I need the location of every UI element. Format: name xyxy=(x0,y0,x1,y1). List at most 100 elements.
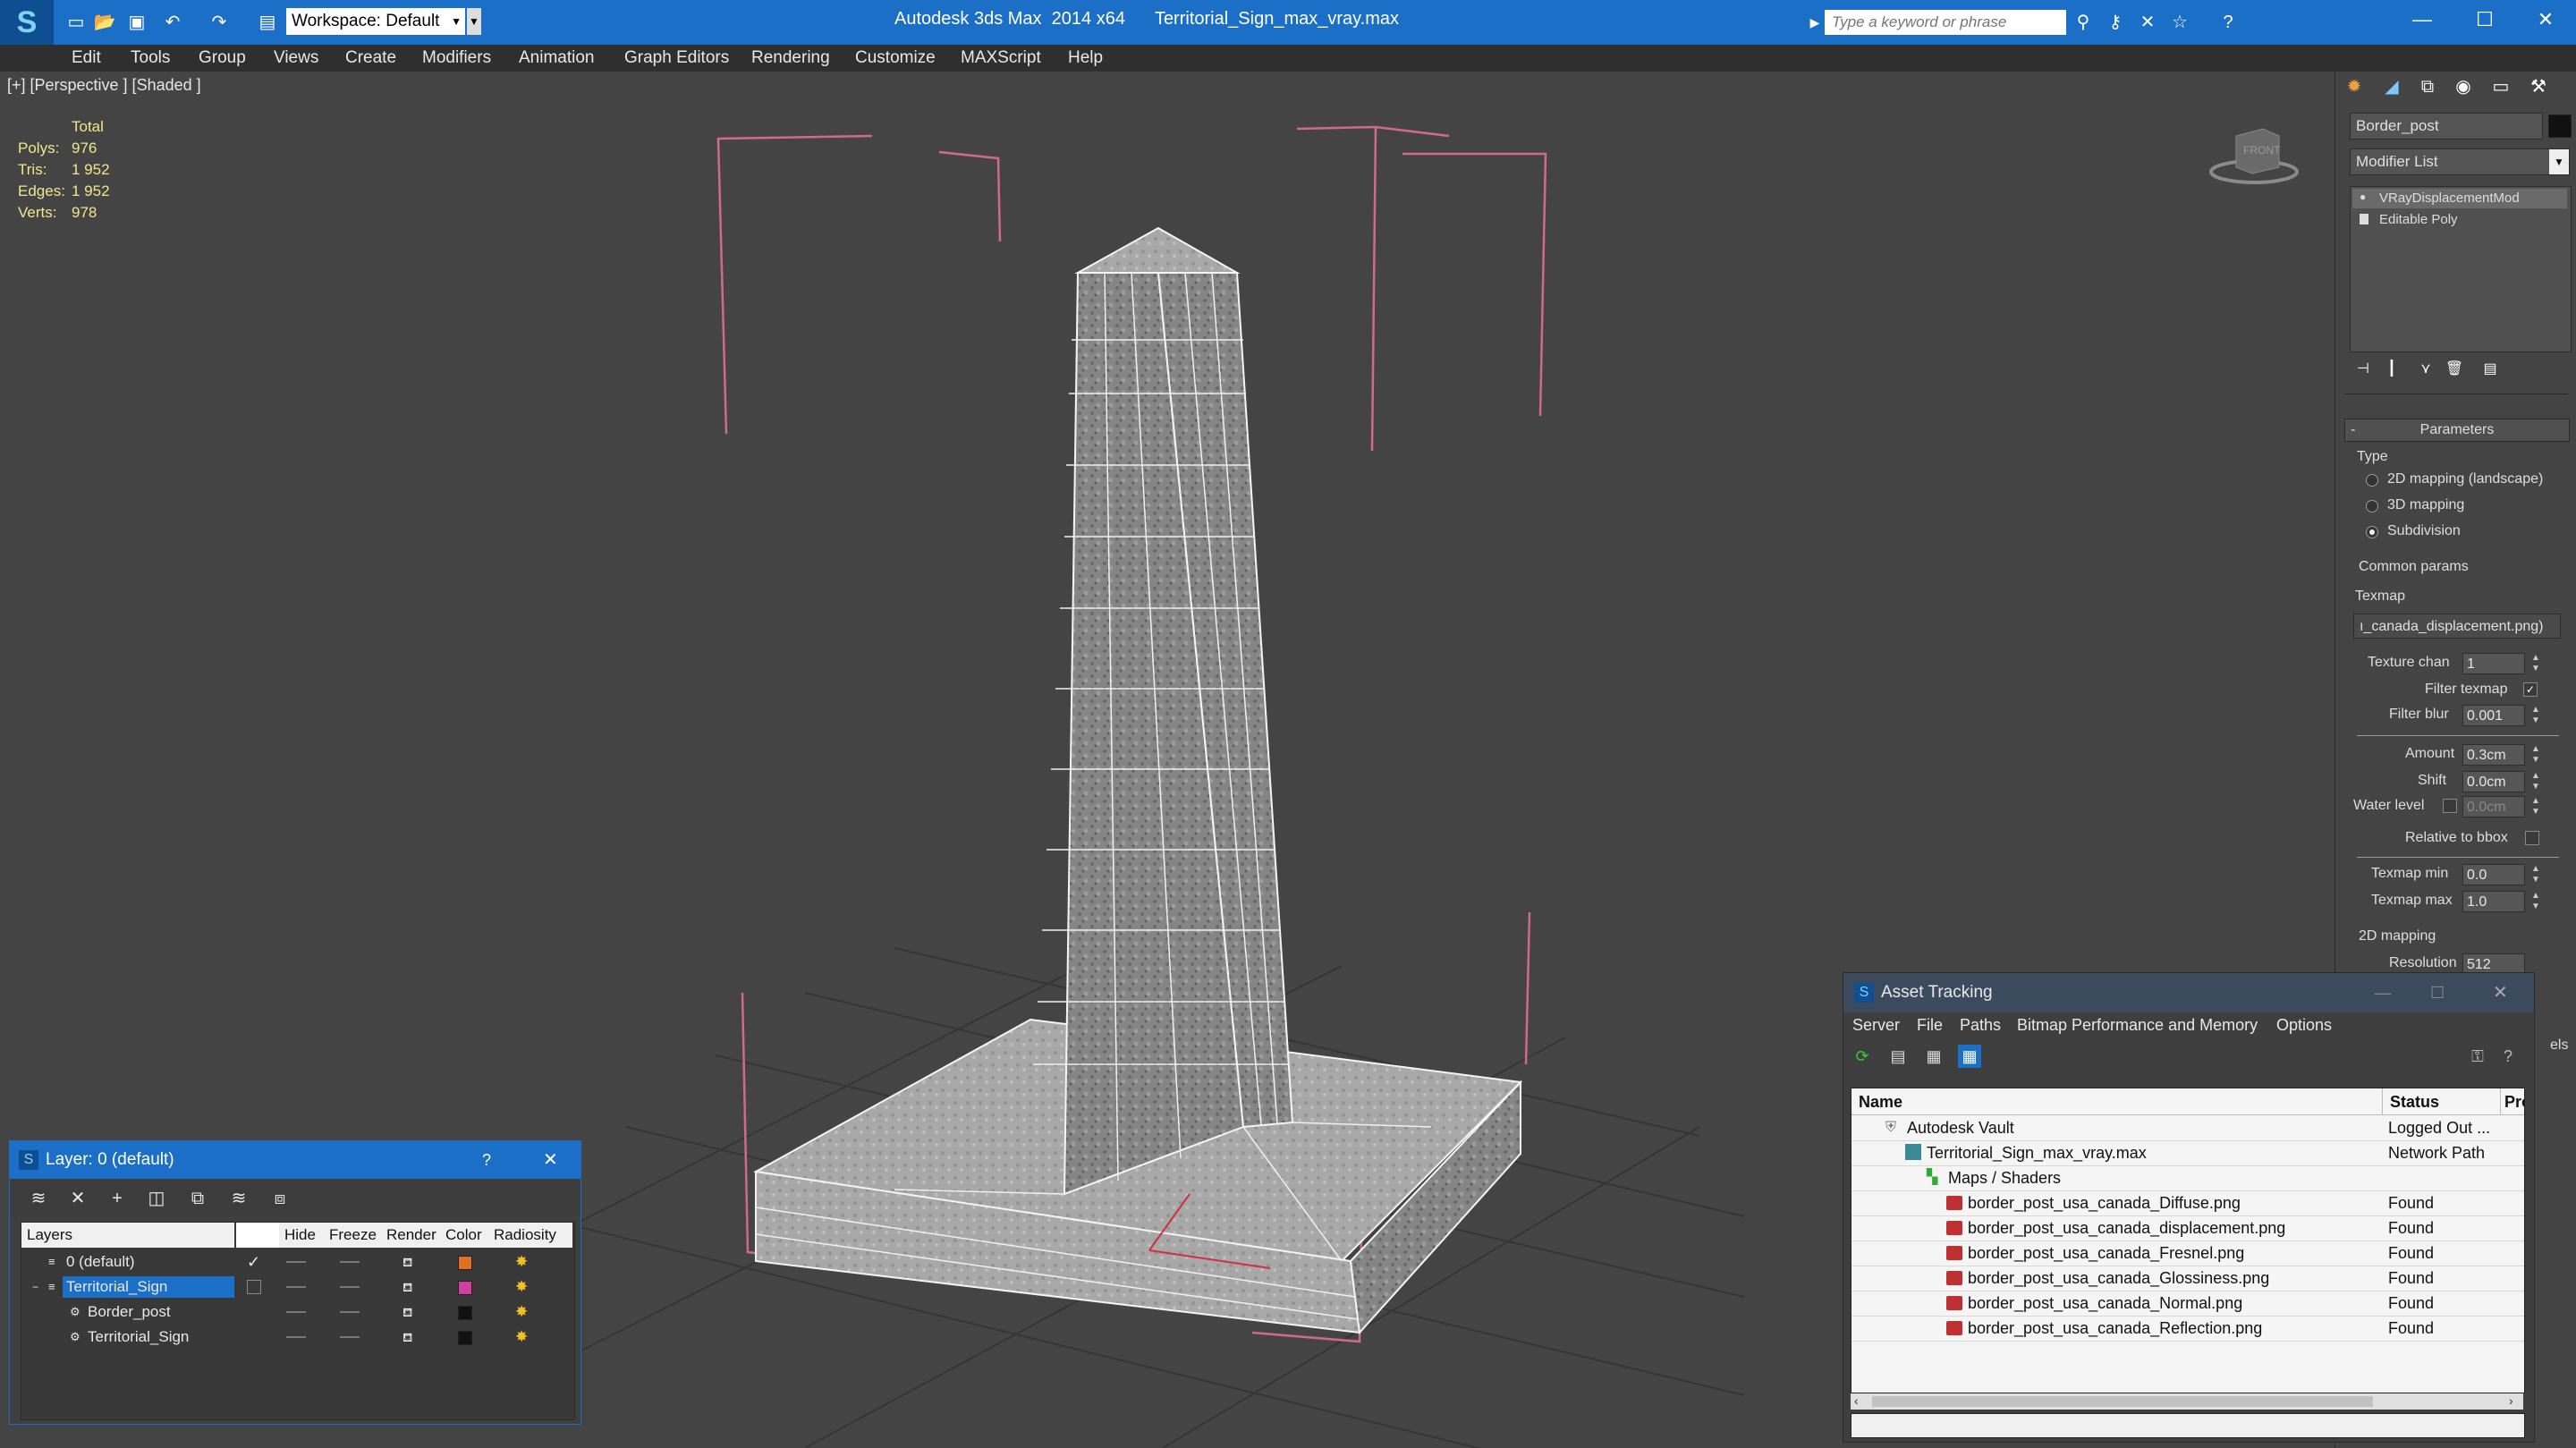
hide-all-icon[interactable]: ≋ xyxy=(226,1186,251,1211)
undo-icon[interactable]: ↶ xyxy=(161,11,184,34)
col-render[interactable]: Render xyxy=(381,1223,440,1248)
workspace-select[interactable]: Workspace: Default ▼ xyxy=(286,8,465,35)
create-tab-icon[interactable]: ✹ xyxy=(2343,75,2366,98)
spinner-arrows-icon[interactable]: ▲ ▼ xyxy=(2530,864,2541,885)
menu-edit[interactable]: Edit xyxy=(72,48,101,68)
teapot-render-icon[interactable]: ⛾ xyxy=(402,1249,412,1274)
spinner-arrows-icon[interactable]: ▲ ▼ xyxy=(2530,744,2541,766)
table-view-icon[interactable]: ▦ xyxy=(1958,1045,1981,1068)
display-tab-icon[interactable]: ▭ xyxy=(2489,75,2512,98)
maximize-icon[interactable]: ☐ xyxy=(2454,0,2515,39)
horizontal-scrollbar[interactable]: ‹ › xyxy=(1851,1393,2523,1410)
radio-3d-mapping[interactable] xyxy=(2366,500,2378,512)
select-objects-icon[interactable]: ◫ xyxy=(144,1186,169,1211)
object-name-field[interactable]: Border_post xyxy=(2350,113,2543,140)
menu-tools[interactable]: Tools xyxy=(131,48,170,68)
remove-modifier-icon[interactable]: 🗑 xyxy=(2443,358,2466,381)
minimize-icon[interactable]: — xyxy=(2375,973,2391,1012)
radiosity-light-icon[interactable]: ✸ xyxy=(515,1300,528,1325)
radio-subdivision[interactable] xyxy=(2366,526,2378,538)
refresh-icon[interactable]: ⟳ xyxy=(1851,1045,1874,1068)
col-hide[interactable]: Hide xyxy=(279,1223,326,1248)
asset-path-field[interactable] xyxy=(1851,1413,2525,1438)
texmap-button[interactable]: ı_canada_displacement.png) xyxy=(2353,614,2561,639)
create-layer-icon[interactable]: ≋ xyxy=(26,1186,51,1211)
asset-menu-bitmap[interactable]: Bitmap Performance and Memory xyxy=(2017,1016,2258,1035)
col-color[interactable]: Color xyxy=(440,1223,488,1248)
object-color-swatch[interactable] xyxy=(458,1306,472,1320)
layer-row-border-post[interactable]: ⚙ Border_post ⛾ ✸ xyxy=(21,1300,569,1325)
minimize-icon[interactable]: — xyxy=(2392,0,2453,39)
close-icon[interactable]: ✕ xyxy=(2493,973,2508,1012)
utilities-tab-icon[interactable]: ⚒ xyxy=(2527,75,2550,98)
col-radiosity[interactable]: Radiosity xyxy=(488,1223,572,1248)
spinner-arrows-icon[interactable]: ▲ ▼ xyxy=(2530,891,2541,912)
asset-row-png[interactable]: border_post_usa_canada_Glossiness.png Fo… xyxy=(1852,1266,2524,1291)
amount-spinner[interactable]: 0.3cm xyxy=(2462,744,2525,766)
col-freeze[interactable]: Freeze xyxy=(326,1223,381,1248)
layer-color-swatch[interactable] xyxy=(458,1281,472,1295)
col-layers[interactable]: Layers xyxy=(21,1223,234,1248)
delete-layer-icon[interactable]: ✕ xyxy=(65,1186,90,1211)
open-file-icon[interactable]: 📂 xyxy=(93,11,116,34)
filter-texmap-checkbox[interactable]: ✓ xyxy=(2523,682,2538,697)
spinner-arrows-icon[interactable]: ▲ ▼ xyxy=(2530,705,2541,726)
new-file-icon[interactable]: ▭ xyxy=(64,11,88,34)
layer-row-territorial-sign[interactable]: − ≡ Territorial_Sign ⛾ ✸ xyxy=(21,1274,569,1300)
col-name[interactable]: Name xyxy=(1852,1088,2383,1115)
radio-2d-mapping-landscape[interactable] xyxy=(2366,474,2378,487)
teapot-render-icon[interactable]: ⛾ xyxy=(402,1300,412,1325)
maximize-icon[interactable]: ☐ xyxy=(2430,973,2445,1012)
asset-row-png[interactable]: border_post_usa_canada_Normal.png Found xyxy=(1852,1291,2524,1317)
scroll-left-icon[interactable]: ‹ xyxy=(1854,1393,1859,1408)
workspace-dropdown-button[interactable]: ▼ xyxy=(467,8,481,35)
view-cube[interactable]: FRONT xyxy=(2209,118,2299,190)
radiosity-light-icon[interactable]: ✸ xyxy=(515,1249,528,1274)
asset-menu-options[interactable]: Options xyxy=(2276,1016,2332,1035)
search-expand-icon[interactable]: ▶ xyxy=(1803,11,1826,34)
detail-view-icon[interactable]: ▦ xyxy=(1922,1045,1945,1068)
modifier-list-dropdown[interactable]: Modifier List ▼ xyxy=(2350,148,2570,175)
texmap-max-spinner[interactable]: 1.0 xyxy=(2462,891,2525,912)
col-status[interactable]: Status xyxy=(2383,1088,2501,1115)
pin-stack-icon[interactable]: ⊣ xyxy=(2351,358,2375,381)
teapot-render-icon[interactable]: ⛾ xyxy=(402,1274,412,1300)
shift-spinner[interactable]: 0.0cm xyxy=(2462,771,2525,792)
menu-animation[interactable]: Animation xyxy=(519,48,595,68)
asset-row-max-file[interactable]: Territorial_Sign_max_vray.max Network Pa… xyxy=(1852,1140,2524,1166)
asset-menu-server[interactable]: Server xyxy=(1852,1016,1900,1035)
spinner-arrows-icon[interactable]: ▲ ▼ xyxy=(2530,796,2541,817)
menu-views[interactable]: Views xyxy=(274,48,318,68)
app-logo-icon[interactable]: S xyxy=(0,0,54,45)
teapot-render-icon[interactable]: ⛾ xyxy=(402,1325,412,1350)
help-icon[interactable]: ? xyxy=(2216,11,2240,34)
close-icon[interactable]: ✕ xyxy=(543,1141,558,1179)
viewport-label[interactable]: [+] [Perspective ] [Shaded ] xyxy=(7,76,201,95)
asset-row-vault[interactable]: ⛨ Autodesk Vault Logged Out ... xyxy=(1852,1115,2524,1141)
spinner-arrows-icon[interactable]: ▲ ▼ xyxy=(2530,771,2541,792)
project-folder-icon[interactable]: ▤ xyxy=(256,11,279,34)
filter-blur-spinner[interactable]: 0.001 xyxy=(2462,705,2525,726)
stack-item-editable-poly[interactable]: Editable Poly xyxy=(2352,210,2567,230)
water-level-checkbox[interactable] xyxy=(2443,799,2457,813)
radiosity-light-icon[interactable]: ✸ xyxy=(515,1325,528,1350)
asset-row-png[interactable]: border_post_usa_canada_Fresnel.png Found xyxy=(1852,1241,2524,1266)
parameters-rollout-header[interactable]: - Parameters xyxy=(2344,419,2570,442)
texture-channel-spinner[interactable]: 1 xyxy=(2462,653,2525,674)
redo-icon[interactable]: ↷ xyxy=(208,11,231,34)
modify-tab-icon[interactable]: ◢ xyxy=(2380,75,2403,98)
texmap-min-spinner[interactable]: 0.0 xyxy=(2462,864,2525,885)
scroll-right-icon[interactable]: › xyxy=(2509,1393,2513,1408)
close-icon[interactable]: ✕ xyxy=(2515,0,2576,39)
asset-menu-paths[interactable]: Paths xyxy=(1960,1016,2001,1035)
radiosity-light-icon[interactable]: ✸ xyxy=(515,1274,528,1300)
show-end-result-icon[interactable]: ┃ xyxy=(2380,358,2403,381)
binoculars-icon[interactable]: ⚲ xyxy=(2072,11,2095,34)
layer-row-territorial-sign-object[interactable]: ⚙ Territorial_Sign ⛾ ✸ xyxy=(21,1325,569,1350)
help-icon[interactable]: ? xyxy=(482,1141,491,1179)
motion-tab-icon[interactable]: ◉ xyxy=(2452,75,2475,98)
menu-rendering[interactable]: Rendering xyxy=(751,48,830,68)
menu-customize[interactable]: Customize xyxy=(855,48,936,68)
lightbulb-icon[interactable]: ● xyxy=(2360,191,2368,203)
set-current-checkbox[interactable] xyxy=(247,1280,261,1294)
